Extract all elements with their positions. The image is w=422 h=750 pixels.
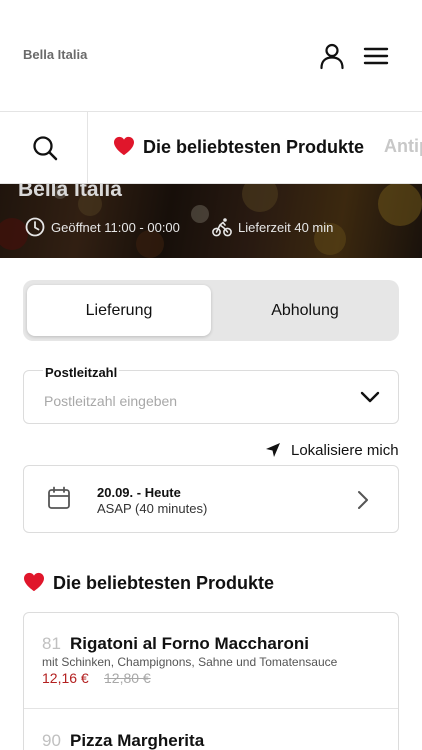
postal-code-input[interactable] [44,393,344,409]
tab-antipasti[interactable]: Antip [384,136,422,157]
product-list: 81 Rigatoni al Forno Maccharoni mit Schi… [23,612,399,750]
hero-restaurant-name: Bella Italia [18,184,122,201]
chevron-right-icon [358,491,368,509]
tab-popular-products[interactable]: Die beliebtesten Produkte [113,136,364,158]
hamburger-menu-icon [363,47,389,65]
selected-time: ASAP (40 minutes) [97,501,208,516]
delivery-time: Lieferzeit 40 min [212,216,333,238]
product-description: mit Schinken, Champignons, Sahne und Tom… [42,655,338,669]
pickup-option-button[interactable]: Abholung [213,285,397,336]
restaurant-hero-banner: Bella Italia Geöffnet 11:00 - 00:00 Lief… [0,184,422,258]
opening-hours: Geöffnet 11:00 - 00:00 [25,216,180,238]
order-type-toggle: Lieferung Abholung [23,280,399,341]
calendar-icon [48,486,70,509]
category-search-button[interactable] [0,112,88,183]
bicycle-courier-icon [212,218,232,237]
product-item[interactable]: 81 Rigatoni al Forno Maccharoni mit Schi… [24,613,398,709]
tab-popular-products-label: Die beliebtesten Produkte [143,137,365,157]
delivery-option-button[interactable]: Lieferung [27,285,211,336]
heart-icon [24,572,44,592]
clock-icon [25,217,45,237]
user-account-button[interactable] [318,42,346,70]
heart-icon [114,136,134,156]
section-title-popular: Die beliebtesten Produkte [23,572,274,594]
category-bar: Die beliebtesten Produkte Antip [0,112,422,184]
locate-me-label: Lokalisiere mich [291,441,399,459]
opening-hours-text: Geöffnet 11:00 - 00:00 [51,219,180,235]
postal-code-label: Postleitzahl [43,365,120,380]
product-name: Pizza Margherita [70,731,205,750]
selected-date: 20.09. - Heute [97,485,181,500]
locate-me-button[interactable]: Lokalisiere mich [265,440,399,460]
product-number: 90 [42,731,61,750]
top-header: Bella Italia [0,0,422,112]
chevron-down-icon[interactable] [360,390,380,404]
location-arrow-icon [266,443,280,457]
product-number: 81 [42,634,61,653]
product-price: 12,16 € [42,670,89,686]
delivery-time-text: Lieferzeit 40 min [238,219,334,235]
menu-button[interactable] [362,44,390,68]
product-name: Rigatoni al Forno Maccharoni [70,634,309,653]
product-item[interactable]: 90 Pizza Margherita [24,709,398,750]
search-icon [33,136,58,161]
brand-name[interactable]: Bella Italia [23,47,87,62]
section-title-text: Die beliebtesten Produkte [53,573,275,593]
date-time-selector[interactable]: 20.09. - Heute ASAP (40 minutes) [23,465,399,533]
user-icon [320,43,344,70]
product-old-price: 12,80 € [104,670,151,686]
